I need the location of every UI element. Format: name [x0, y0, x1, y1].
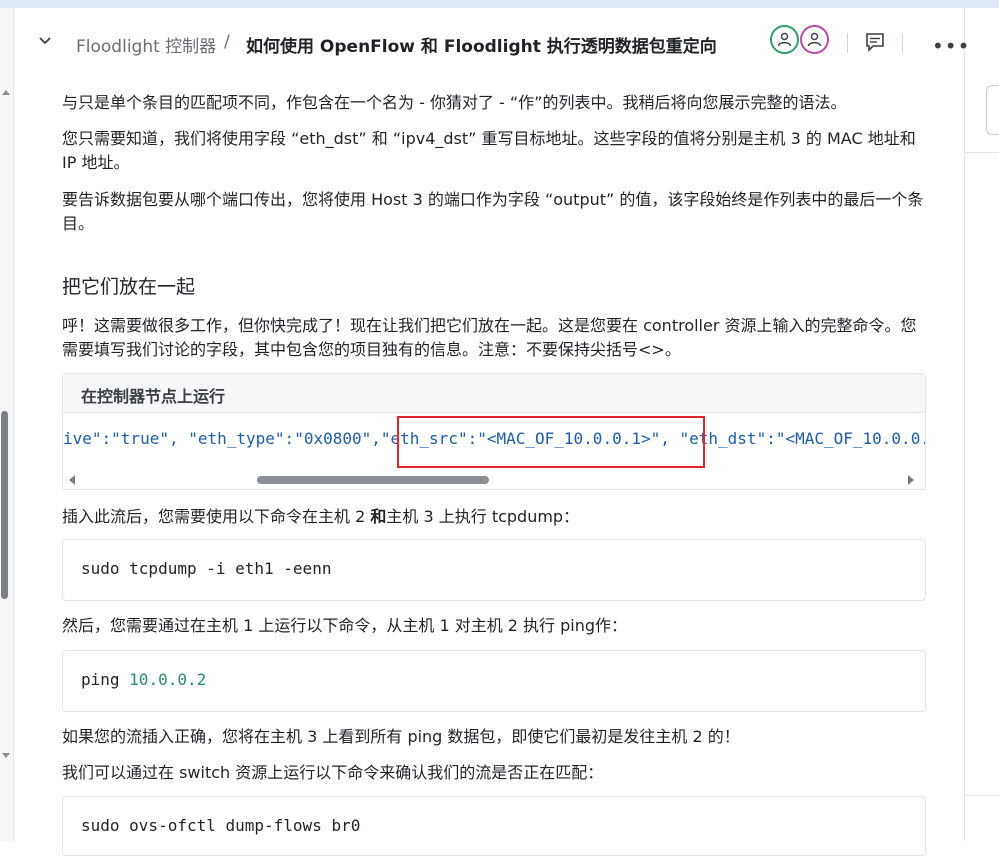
more-icon[interactable]: •••: [932, 34, 970, 58]
page-title: 如何使用 OpenFlow 和 Floodlight 执行透明数据包重定向: [246, 37, 717, 57]
divider: [965, 152, 999, 153]
chevron-down-icon[interactable]: [38, 34, 52, 48]
breadcrumb-parent[interactable]: Floodlight 控制器: [76, 32, 216, 57]
divider: [965, 795, 999, 796]
paragraph: 我们可以通过在 switch 资源上运行以下命令来确认我们的流是否正在匹配：: [62, 763, 604, 782]
code-text: sudo tcpdump -i eth1 -eenn: [81, 559, 332, 578]
paragraph-text: 插入此流后，您需要使用以下命令在主机 2: [62, 507, 371, 526]
scroll-down-arrow-icon[interactable]: [2, 753, 10, 758]
user-icon: [807, 32, 822, 47]
bold-text: 和: [370, 507, 387, 526]
page-header: Floodlight 控制器 / 如何使用 OpenFlow 和 Floodli…: [14, 8, 969, 78]
paragraph: 呼！这需要做很多工作，但你快完成了！现在让我们把它们放在一起。这是您要在 con…: [62, 316, 917, 359]
scroll-up-arrow-icon[interactable]: [2, 90, 10, 95]
paragraph: 如果您的流插入正确，您将在主机 3 上看到所有 ping 数据包，即使它们最初是…: [62, 727, 740, 746]
left-scrollbar[interactable]: [0, 8, 14, 841]
paragraph: 与只是单个条目的匹配项不同，作包含在一个名为 - 你猜对了 - “作”的列表中。…: [62, 93, 847, 112]
scrollbar-thumb[interactable]: [1, 411, 8, 599]
right-side-panel: [964, 8, 999, 841]
code-block-tcpdump: sudo tcpdump -i eth1 -eenn: [62, 539, 926, 601]
horizontal-scrollbar-thumb[interactable]: [257, 476, 489, 484]
header-divider: [902, 33, 903, 53]
breadcrumb-separator: /: [224, 32, 230, 52]
code-text: ping 10.0.0.2: [81, 670, 206, 689]
paragraph-text: 主机 3 上执行 tcpdump：: [386, 507, 580, 526]
code-block-title: 在控制器节点上运行: [81, 387, 226, 406]
code-command: ping: [81, 670, 130, 689]
section-heading: 把它们放在一起: [62, 276, 196, 298]
code-block-controller: 在控制器节点上运行 ive":"true", "eth_type":"0x080…: [62, 373, 926, 490]
code-argument: 10.0.0.2: [129, 670, 207, 689]
top-strip: [0, 0, 999, 8]
side-panel-button[interactable]: [986, 85, 999, 135]
paragraph: 插入此流后，您需要使用以下命令在主机 2 和主机 3 上执行 tcpdump：: [62, 505, 926, 529]
comment-icon[interactable]: [865, 32, 885, 52]
paragraph: 然后，您需要通过在主机 1 上运行以下命令，从主机 1 对主机 2 执行 pin…: [62, 616, 628, 635]
highlight-box: [397, 416, 705, 468]
code-block-ping: ping 10.0.0.2: [62, 650, 926, 712]
horizontal-scrollbar[interactable]: [63, 471, 925, 489]
avatar[interactable]: [800, 25, 829, 54]
paragraph: 要告诉数据包要从哪个端口传出，您将使用 Host 3 的端口作为字段 “outp…: [62, 190, 924, 233]
avatar[interactable]: [770, 25, 799, 54]
scroll-left-arrow-icon[interactable]: [69, 475, 75, 485]
code-block-ovs: sudo ovs-ofctl dump-flows br0: [62, 796, 926, 856]
scroll-right-arrow-icon[interactable]: [908, 475, 914, 485]
user-icon: [777, 32, 792, 47]
code-text: sudo ovs-ofctl dump-flows br0: [81, 816, 361, 835]
header-divider: [847, 33, 848, 53]
code-block-header: 在控制器节点上运行: [63, 374, 925, 413]
paragraph: 您只需要知道，我们将使用字段 “eth_dst” 和 “ipv4_dst” 重写…: [62, 129, 916, 172]
